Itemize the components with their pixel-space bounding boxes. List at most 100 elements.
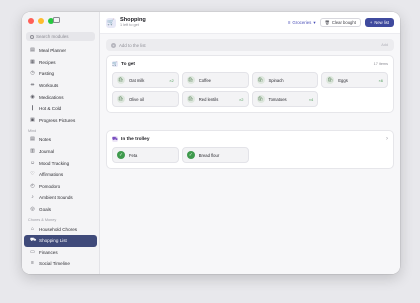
sidebar-item-goals[interactable]: ◎ Goals bbox=[24, 204, 97, 216]
minimize-window-button[interactable] bbox=[38, 18, 44, 24]
new-list-label: New list bbox=[374, 20, 389, 25]
sidebar-item-label: Meal Planner bbox=[39, 48, 67, 54]
sidebar-item-finances[interactable]: ▭ Finances bbox=[24, 247, 97, 259]
check-icon[interactable]: ✓ bbox=[117, 151, 125, 159]
heart-icon: ♡ bbox=[30, 171, 35, 178]
list-select-value: Groceries bbox=[292, 20, 312, 25]
sidebar-toggle-icon[interactable] bbox=[53, 17, 60, 23]
item-icon[interactable]: 🛍 bbox=[117, 95, 125, 103]
sidebar-item-label: Affirmations bbox=[39, 172, 64, 178]
image-icon: ▣ bbox=[30, 116, 35, 123]
recipe-icon: ▦ bbox=[30, 58, 35, 65]
clear-bought-label: Clear bought bbox=[331, 20, 356, 25]
meal-icon: ▤ bbox=[30, 47, 35, 54]
trolley-item[interactable]: ✓ Feta bbox=[112, 147, 179, 163]
sidebar-item-fasting[interactable]: ◷ Fasting bbox=[24, 68, 97, 80]
sidebar-item-label: Social Timeline bbox=[39, 261, 70, 267]
thermometer-icon: ❙ bbox=[30, 105, 35, 112]
sidebar-item-label: Goals bbox=[39, 207, 52, 213]
to-get-item[interactable]: 🛍 Spinach bbox=[251, 72, 319, 88]
sound-icon: ♪ bbox=[31, 194, 34, 201]
close-window-button[interactable] bbox=[28, 18, 34, 24]
smile-icon: ☺ bbox=[30, 159, 36, 166]
to-get-item[interactable]: 🛍 Olive oil bbox=[112, 91, 179, 107]
item-name: Coffee bbox=[198, 77, 212, 83]
sidebar-item-label: Workouts bbox=[39, 83, 59, 89]
item-quantity: ×2 bbox=[238, 96, 244, 102]
sidebar: Search modules ▤ Meal Planner ▦ Recipes ◷ Fas… bbox=[22, 12, 100, 274]
clear-bought-button[interactable]: 🗑 Clear bought bbox=[319, 18, 361, 27]
item-name: Tomatoes bbox=[268, 96, 287, 102]
item-name: Olive oil bbox=[129, 96, 144, 102]
sidebar-item-label: Fasting bbox=[39, 71, 55, 77]
plus-icon: + bbox=[111, 42, 116, 48]
sidebar-item-label: Journal bbox=[39, 149, 55, 155]
sidebar-item-household-chores[interactable]: ⌂ Household Chores bbox=[24, 223, 97, 235]
item-icon[interactable]: 🛍 bbox=[117, 76, 125, 84]
to-get-item[interactable]: 🛍 Tomatoes ×4 bbox=[251, 91, 319, 107]
check-icon[interactable]: ✓ bbox=[186, 151, 195, 159]
sidebar-item-recipes[interactable]: ▦ Recipes bbox=[24, 57, 97, 69]
item-icon[interactable]: 🛍 bbox=[256, 76, 265, 84]
to-get-list: 🛍 Oat milk ×2 🛍 Coffee 🛍 Spinach 🛍 Eggs ×6 🛍 Olive … bbox=[107, 67, 393, 112]
to-get-title: To get bbox=[121, 61, 136, 67]
item-quantity: ×4 bbox=[308, 96, 314, 102]
sidebar-item-mood-tracking[interactable]: ☺ Mood Tracking bbox=[24, 157, 97, 169]
to-get-card: 🛒 To get 17 items 🛍 Oat milk ×2 🛍 Coffee 🛍 Spi… bbox=[106, 55, 394, 113]
item-icon[interactable]: 🛍 bbox=[256, 95, 265, 103]
sidebar-item-workouts[interactable]: ⇹ Workouts bbox=[24, 80, 97, 92]
plus-icon: + bbox=[369, 20, 373, 25]
sidebar-item-ambient-sounds[interactable]: ♪ Ambient Sounds bbox=[24, 192, 97, 204]
timeline-icon: ≡ bbox=[31, 260, 34, 267]
sidebar-item-shopping-list[interactable]: ⛟ Shopping List bbox=[24, 234, 97, 247]
to-get-item[interactable]: 🛍 Coffee bbox=[181, 72, 249, 88]
item-name: Feta bbox=[129, 152, 138, 158]
sidebar-item-notes[interactable]: ▤ Notes bbox=[24, 134, 97, 146]
pill-icon: ◉ bbox=[30, 93, 35, 100]
search-icon bbox=[30, 34, 34, 39]
sidebar-item-label: Household Chores bbox=[39, 226, 78, 232]
add-item-placeholder: Add to the list bbox=[119, 42, 146, 48]
clock-icon: ◴ bbox=[30, 182, 35, 189]
sidebar-item-social-timeline[interactable]: ≡ Social Timeline bbox=[24, 258, 97, 270]
timer-icon: ◷ bbox=[30, 70, 35, 77]
search-input[interactable]: Search modules bbox=[26, 32, 95, 41]
item-quantity: ×6 bbox=[378, 77, 383, 83]
sidebar-item-affirmations[interactable]: ♡ Affirmations bbox=[24, 169, 97, 181]
list-select-dropdown[interactable]: ≡ Groceries ▾ bbox=[288, 20, 316, 26]
trolley-card: ⛟ In the trolley › ✓ Feta ✓ Bread flour bbox=[106, 130, 394, 169]
to-get-item[interactable]: 🛍 Eggs ×6 bbox=[321, 72, 388, 88]
item-icon[interactable]: 🛍 bbox=[186, 95, 195, 103]
chevron-right-icon[interactable]: › bbox=[386, 136, 388, 142]
item-name: Red lentils bbox=[198, 96, 219, 102]
search-placeholder: Search modules bbox=[36, 34, 69, 39]
add-item-input[interactable]: + Add to the list Add bbox=[106, 39, 394, 51]
trolley-list: ✓ Feta ✓ Bread flour bbox=[107, 142, 393, 168]
home-icon: ⌂ bbox=[30, 225, 35, 232]
sidebar-item-label: Shopping List bbox=[39, 238, 67, 244]
trolley-item[interactable]: ✓ Bread flour bbox=[181, 147, 249, 163]
sidebar-item-pomodoro[interactable]: ◴ Pomodoro bbox=[24, 181, 97, 193]
sidebar-item-label: Hot & Cold bbox=[39, 106, 62, 112]
to-get-item[interactable]: 🛍 Red lentils ×2 bbox=[181, 91, 249, 107]
chevron-down-icon: ▾ bbox=[313, 19, 316, 25]
dumbbell-icon: ⇹ bbox=[30, 82, 35, 89]
item-name: Eggs bbox=[338, 77, 348, 83]
item-icon[interactable]: 🛍 bbox=[326, 76, 335, 84]
to-get-item[interactable]: 🛍 Oat milk ×2 bbox=[112, 72, 179, 88]
sidebar-item-label: Recipes bbox=[39, 59, 56, 65]
header: 🛒 Shopping 1 left to get ≡ Groceries ▾ 🗑… bbox=[100, 12, 400, 34]
sidebar-item-progress-pictures[interactable]: ▣ Progress Pictures bbox=[24, 115, 97, 127]
sidebar-item-hot-cold[interactable]: ❙ Hot & Cold bbox=[24, 103, 97, 115]
new-list-button[interactable]: + New list bbox=[364, 18, 394, 27]
add-item-button[interactable]: Add bbox=[381, 43, 388, 47]
sidebar-nav: ▤ Meal Planner ▦ Recipes ◷ Fasting ⇹ Workouts ◉ M… bbox=[22, 45, 99, 270]
sidebar-item-journal[interactable]: ▥ Journal bbox=[24, 146, 97, 158]
sidebar-item-label: Pomodoro bbox=[39, 183, 61, 189]
sidebar-item-medications[interactable]: ◉ Medications bbox=[24, 91, 97, 103]
sidebar-item-meal-planner[interactable]: ▤ Meal Planner bbox=[24, 45, 97, 57]
item-icon[interactable]: 🛍 bbox=[186, 76, 195, 84]
shopping-cart-icon: 🛒 bbox=[106, 17, 116, 28]
to-get-count: 17 items bbox=[373, 62, 388, 66]
sidebar-section-heading: Chores & Money bbox=[28, 218, 57, 223]
